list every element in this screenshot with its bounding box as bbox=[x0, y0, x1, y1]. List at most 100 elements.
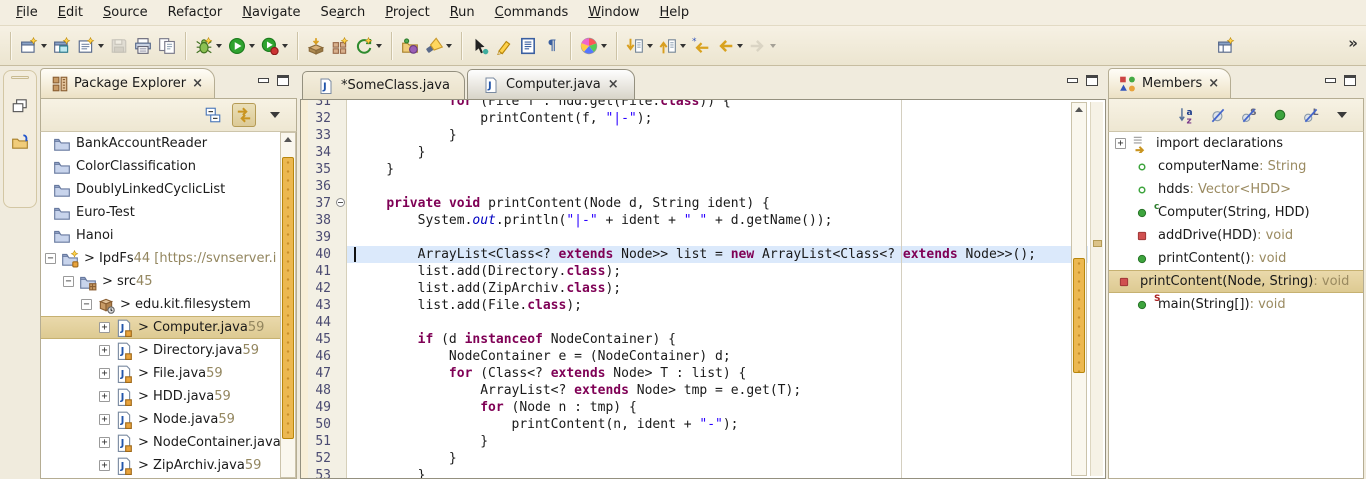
expand-icon[interactable]: + bbox=[99, 391, 110, 402]
code-editor[interactable]: 31 for (File f : hdd.get(File.class)) {3… bbox=[301, 100, 1105, 478]
dropdown-arrow-icon[interactable] bbox=[249, 44, 255, 48]
expand-icon[interactable]: + bbox=[99, 345, 110, 356]
member-importdeclarations[interactable]: +import declarations bbox=[1109, 132, 1363, 155]
scrollbar-thumb[interactable] bbox=[1073, 258, 1085, 373]
editor-scrollbar[interactable] bbox=[1071, 102, 1087, 476]
close-icon[interactable]: × bbox=[607, 78, 620, 91]
menu-refactor[interactable]: Refactor bbox=[158, 1, 233, 25]
back-button[interactable] bbox=[714, 32, 745, 60]
pointer-button[interactable] bbox=[469, 32, 491, 60]
new-view-button[interactable] bbox=[75, 32, 106, 60]
prev-annotation-button[interactable] bbox=[657, 32, 688, 60]
dropdown-arrow-icon[interactable] bbox=[737, 44, 743, 48]
run-button[interactable] bbox=[226, 32, 257, 60]
tree-item-computer.java[interactable]: +J> Computer.java 59 bbox=[41, 316, 280, 339]
tree-item-ziparchiv.java[interactable]: +J> ZipArchiv.java 59 bbox=[41, 454, 280, 477]
copy-button[interactable] bbox=[156, 32, 178, 60]
collapse-icon[interactable]: − bbox=[63, 276, 74, 287]
tree-item-src[interactable]: −> src 45 bbox=[41, 270, 280, 293]
last-edit-location-button[interactable]: * bbox=[690, 32, 712, 60]
dropdown-arrow-icon[interactable] bbox=[770, 44, 776, 48]
show-source-button[interactable] bbox=[517, 32, 539, 60]
expand-icon[interactable]: + bbox=[1115, 138, 1126, 149]
next-annotation-button[interactable] bbox=[624, 32, 655, 60]
tree-item-eurotest[interactable]: Euro-Test bbox=[41, 201, 280, 224]
fastbar-grip[interactable] bbox=[11, 76, 29, 79]
hide-fields-button[interactable] bbox=[1206, 103, 1230, 127]
member-adddrivehdd[interactable]: addDrive(HDD) : void bbox=[1109, 224, 1363, 247]
tree-item-doublylinkedcycliclist[interactable]: DoublyLinkedCyclicList bbox=[41, 178, 280, 201]
dropdown-arrow-icon[interactable] bbox=[98, 44, 104, 48]
menu-window[interactable]: Window bbox=[578, 1, 649, 25]
maximize-button[interactable] bbox=[277, 75, 289, 86]
dropdown-arrow-icon[interactable] bbox=[282, 44, 288, 48]
overview-ruler[interactable] bbox=[1090, 102, 1103, 476]
tree-item-hanoi[interactable]: Hanoi bbox=[41, 224, 280, 247]
member-hdds[interactable]: hdds : Vector<HDD> bbox=[1109, 178, 1363, 201]
dropdown-arrow-icon[interactable] bbox=[601, 44, 607, 48]
link-with-editor-button[interactable] bbox=[232, 103, 256, 127]
menu-project[interactable]: Project bbox=[375, 1, 440, 25]
tree-item-directory.java[interactable]: +J> Directory.java 59 bbox=[41, 339, 280, 362]
dropdown-arrow-icon[interactable] bbox=[41, 44, 47, 48]
color-palette-button[interactable] bbox=[578, 32, 609, 60]
forward-button[interactable] bbox=[747, 32, 778, 60]
tree-item-file.java[interactable]: +J> File.java 59 bbox=[41, 362, 280, 385]
new-editor-button[interactable] bbox=[51, 32, 73, 60]
fast-open-folder-button[interactable] bbox=[4, 133, 36, 151]
member-printcontent[interactable]: printContent() : void bbox=[1109, 247, 1363, 270]
package-explorer-scrollbar[interactable] bbox=[280, 132, 296, 478]
member-mainstring[interactable]: Smain(String[]) : void bbox=[1109, 293, 1363, 316]
tree-item-edu.kit.filesystem[interactable]: −> edu.kit.filesystem bbox=[41, 293, 280, 316]
tree-item-colorclassification[interactable]: ColorClassification bbox=[41, 155, 280, 178]
expand-icon[interactable]: + bbox=[99, 368, 110, 379]
maximize-button[interactable] bbox=[1344, 75, 1356, 86]
tree-item-hdd.java[interactable]: +J> HDD.java 59 bbox=[41, 385, 280, 408]
menu-edit[interactable]: Edit bbox=[48, 1, 93, 25]
collapse-all-button[interactable] bbox=[201, 103, 225, 127]
highlighter-button[interactable] bbox=[493, 32, 515, 60]
editor-tab-computer.java[interactable]: JComputer.java× bbox=[467, 69, 635, 99]
dropdown-arrow-icon[interactable] bbox=[647, 44, 653, 48]
minimize-button[interactable] bbox=[1067, 78, 1078, 83]
search-flash-button[interactable] bbox=[423, 32, 454, 60]
menu-file[interactable]: File bbox=[6, 1, 48, 25]
show-whitespace-button[interactable]: ¶ bbox=[541, 32, 563, 60]
scroll-up-arrow-icon[interactable] bbox=[1074, 105, 1084, 115]
hide-local-types-button[interactable]: L bbox=[1299, 103, 1323, 127]
menu-run[interactable]: Run bbox=[440, 1, 485, 25]
new-wizard-button[interactable] bbox=[18, 32, 49, 60]
expand-icon[interactable]: + bbox=[99, 322, 110, 333]
close-icon[interactable]: × bbox=[1207, 77, 1220, 90]
member-computername[interactable]: computerName : String bbox=[1109, 155, 1363, 178]
debug-button[interactable] bbox=[193, 32, 224, 60]
open-perspective-button[interactable] bbox=[1215, 32, 1237, 60]
import-button[interactable] bbox=[305, 32, 327, 60]
menu-source[interactable]: Source bbox=[93, 1, 158, 25]
expand-icon[interactable]: + bbox=[99, 437, 110, 448]
expand-icon[interactable]: + bbox=[99, 460, 110, 471]
print-button[interactable] bbox=[132, 32, 154, 60]
collapse-icon[interactable]: − bbox=[81, 299, 92, 310]
tree-item-nodecontainer.java[interactable]: +J> NodeContainer.java 59 bbox=[41, 431, 280, 454]
close-icon[interactable]: × bbox=[191, 77, 204, 90]
scroll-up-arrow-icon[interactable] bbox=[283, 135, 293, 145]
restore-views-button[interactable] bbox=[4, 97, 36, 115]
dropdown-arrow-icon[interactable] bbox=[376, 44, 382, 48]
overview-ruler-marker[interactable] bbox=[1093, 240, 1102, 247]
sort-button[interactable]: az bbox=[1175, 103, 1199, 127]
hide-static-button[interactable]: S bbox=[1237, 103, 1261, 127]
open-type-button[interactable] bbox=[399, 32, 421, 60]
menu-help[interactable]: Help bbox=[650, 1, 700, 25]
members-tab[interactable]: Members × bbox=[1108, 68, 1231, 98]
collapse-icon[interactable]: − bbox=[45, 253, 56, 264]
menu-commands[interactable]: Commands bbox=[485, 1, 579, 25]
dropdown-arrow-icon[interactable] bbox=[216, 44, 222, 48]
package-explorer-tab[interactable]: Package Explorer × bbox=[40, 68, 215, 98]
hide-non-public-button[interactable] bbox=[1268, 103, 1292, 127]
tree-item-node.java[interactable]: +J> Node.java 59 bbox=[41, 408, 280, 431]
member-computerstringhdd[interactable]: cComputer(String, HDD) bbox=[1109, 201, 1363, 224]
new-grid-button[interactable] bbox=[329, 32, 351, 60]
view-menu-button[interactable] bbox=[1330, 103, 1354, 127]
toolbar-overflow-chevron[interactable]: » bbox=[1348, 34, 1358, 52]
